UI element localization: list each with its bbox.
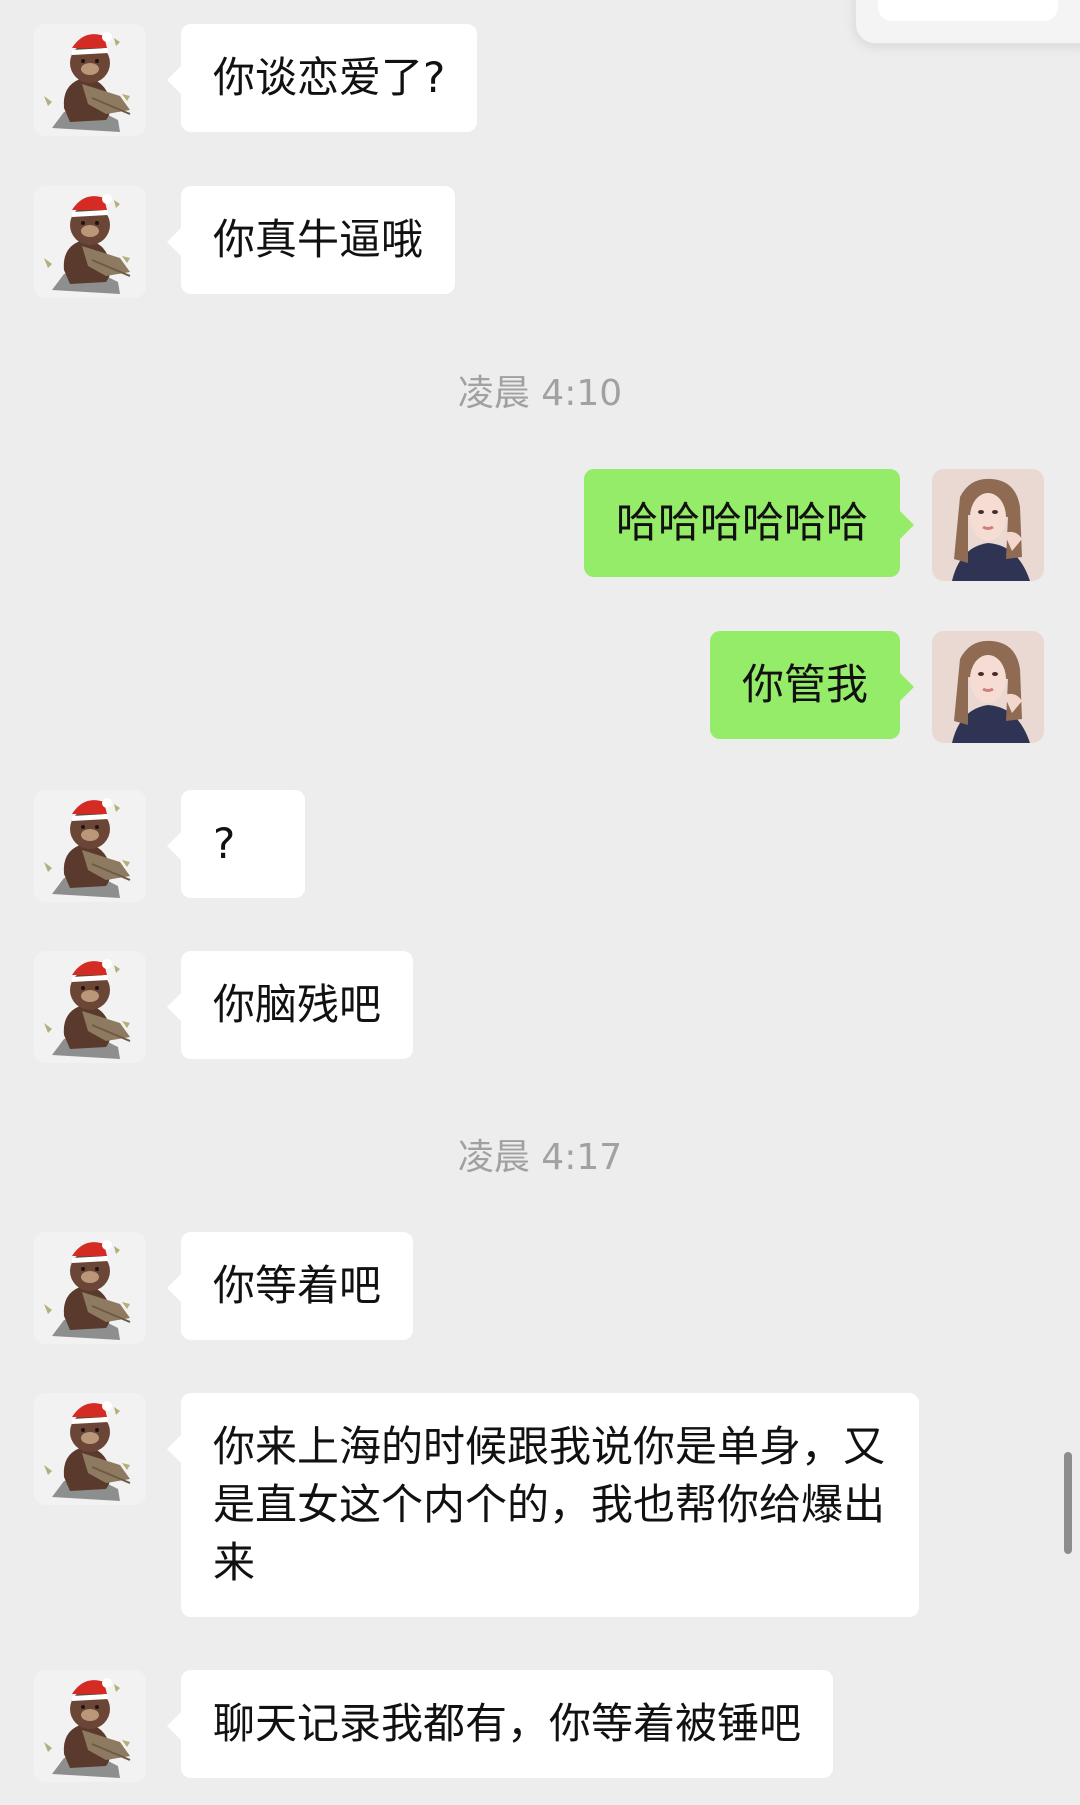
popup-menu-item[interactable] bbox=[878, 0, 1058, 21]
brown-bear-avatar-icon bbox=[34, 1670, 146, 1782]
sender-avatar[interactable] bbox=[34, 186, 146, 298]
sender-avatar[interactable] bbox=[34, 951, 146, 1063]
sender-avatar[interactable] bbox=[34, 1670, 146, 1782]
incoming-message-bubble[interactable]: 你谈恋爱了? bbox=[166, 24, 478, 132]
chat-window: 你谈恋爱了? 你真牛逼哦 凌晨 4:10 哈哈哈哈哈哈 你管我 ? 你脑残吧 凌… bbox=[0, 0, 1080, 1805]
incoming-message-bubble[interactable]: 你等着吧 bbox=[166, 1232, 414, 1340]
sender-avatar[interactable] bbox=[34, 790, 146, 902]
brown-bear-avatar-icon bbox=[34, 186, 146, 298]
self-avatar[interactable] bbox=[932, 469, 1044, 581]
girl-portrait-avatar-icon bbox=[932, 469, 1044, 581]
outgoing-message-bubble[interactable]: 哈哈哈哈哈哈 bbox=[583, 469, 915, 577]
sender-avatar[interactable] bbox=[34, 1393, 146, 1505]
message-timestamp: 凌晨 4:17 bbox=[457, 1137, 623, 1178]
outgoing-message-bubble[interactable]: 你管我 bbox=[709, 631, 915, 739]
message-timestamp: 凌晨 4:10 bbox=[457, 373, 623, 414]
incoming-message-bubble[interactable]: ? bbox=[167, 790, 305, 898]
incoming-message-bubble[interactable]: 你真牛逼哦 bbox=[166, 186, 456, 294]
brown-bear-avatar-icon bbox=[34, 790, 146, 902]
brown-bear-avatar-icon bbox=[34, 1393, 146, 1505]
sender-avatar[interactable] bbox=[34, 1232, 146, 1344]
incoming-message-bubble[interactable]: 你来上海的时候跟我说你是单身，又是直女这个内个的，我也帮你给爆出来 bbox=[167, 1393, 919, 1617]
top-popup-menu[interactable] bbox=[855, 0, 1080, 44]
girl-portrait-avatar-icon bbox=[932, 631, 1044, 743]
sender-avatar[interactable] bbox=[34, 24, 146, 136]
brown-bear-avatar-icon bbox=[34, 1232, 146, 1344]
incoming-message-bubble[interactable]: 你脑残吧 bbox=[166, 951, 414, 1059]
self-avatar[interactable] bbox=[932, 631, 1044, 743]
scrollbar[interactable] bbox=[1064, 1452, 1072, 1554]
brown-bear-avatar-icon bbox=[34, 951, 146, 1063]
incoming-message-bubble[interactable]: 聊天记录我都有，你等着被锤吧 bbox=[166, 1670, 834, 1778]
brown-bear-avatar-icon bbox=[34, 24, 146, 136]
